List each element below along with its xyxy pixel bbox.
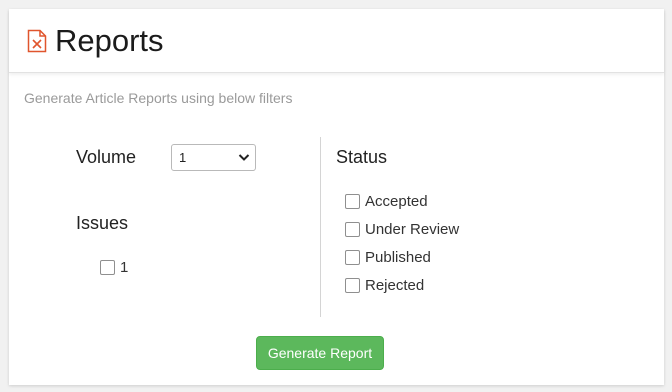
volume-selected-value: 1: [179, 150, 187, 165]
card-header: Reports: [9, 9, 664, 73]
excel-file-icon: [27, 29, 47, 53]
volume-select[interactable]: 1: [171, 144, 256, 171]
status-option-label: Accepted: [365, 193, 428, 210]
reports-card: Reports Generate Article Reports using b…: [9, 9, 664, 385]
column-divider: [320, 137, 321, 317]
issues-label: Issues: [76, 213, 129, 233]
status-option-label: Under Review: [365, 221, 460, 238]
status-option-under-review[interactable]: Under Review: [345, 221, 459, 238]
status-option-rejected[interactable]: Rejected: [345, 277, 424, 294]
issue-label: 1: [120, 259, 129, 276]
status-checkbox[interactable]: [345, 278, 360, 293]
generate-report-button[interactable]: Generate Report: [256, 336, 384, 370]
volume-label: Volume: [76, 147, 137, 167]
status-checkbox[interactable]: [345, 222, 360, 237]
status-checkbox[interactable]: [345, 250, 360, 265]
issue-checkbox[interactable]: [100, 260, 115, 275]
status-option-accepted[interactable]: Accepted: [345, 193, 428, 210]
status-option-label: Rejected: [365, 277, 425, 294]
status-label: Status: [336, 147, 388, 167]
status-checkbox[interactable]: [345, 194, 360, 209]
status-option-published[interactable]: Published: [345, 249, 431, 266]
status-option-label: Published: [365, 249, 431, 266]
page-subtitle: Generate Article Reports using below fil…: [24, 90, 293, 106]
issue-option-1[interactable]: 1: [100, 259, 128, 276]
page-title: Reports: [55, 23, 164, 58]
chevron-down-icon: [238, 154, 250, 161]
